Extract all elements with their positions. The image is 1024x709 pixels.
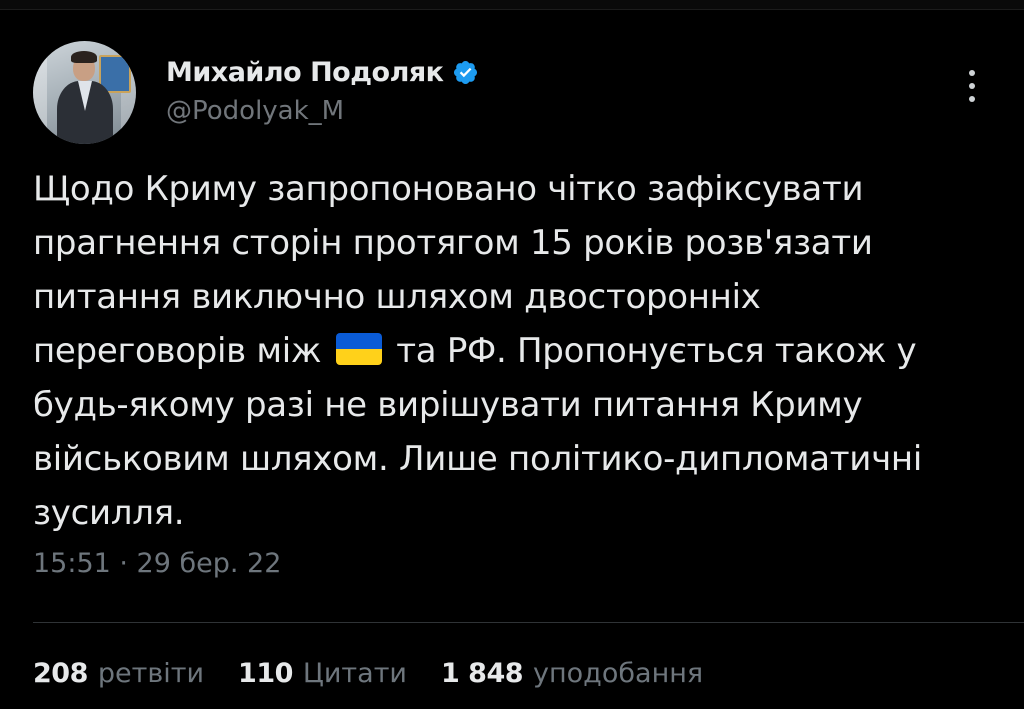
tweet-text: Щодо Криму запропоновано чітко зафіксува… [33,162,983,540]
author-display-name[interactable]: Михайло Подоляк [166,57,444,88]
avatar-hair [71,51,97,63]
retweets-stat[interactable]: 208 ретвіти [33,658,204,689]
likes-label: уподобання [533,658,704,689]
stats-divider [33,622,1024,623]
top-divider [0,0,1024,10]
author-name-row: Михайло Подоляк [166,52,479,92]
author-handle[interactable]: @Podolyak_M [166,96,344,126]
quotes-stat[interactable]: 110 Цитати [238,658,407,689]
tweet-stats: 208 ретвіти 110 Цитати 1 848 уподобання [33,658,737,689]
tweet-timestamp[interactable]: 15:51 · 29 бер. 22 [33,548,281,579]
quotes-count: 110 [238,658,293,689]
more-vertical-icon[interactable] [960,68,984,104]
retweets-label: ретвіти [97,658,205,689]
retweets-count: 208 [33,658,88,689]
verified-badge-icon [453,60,477,84]
quotes-label: Цитати [302,658,407,689]
likes-stat[interactable]: 1 848 уподобання [441,658,703,689]
likes-count: 1 848 [440,658,524,689]
author-avatar[interactable] [33,41,136,144]
ukraine-flag-icon [335,333,382,365]
